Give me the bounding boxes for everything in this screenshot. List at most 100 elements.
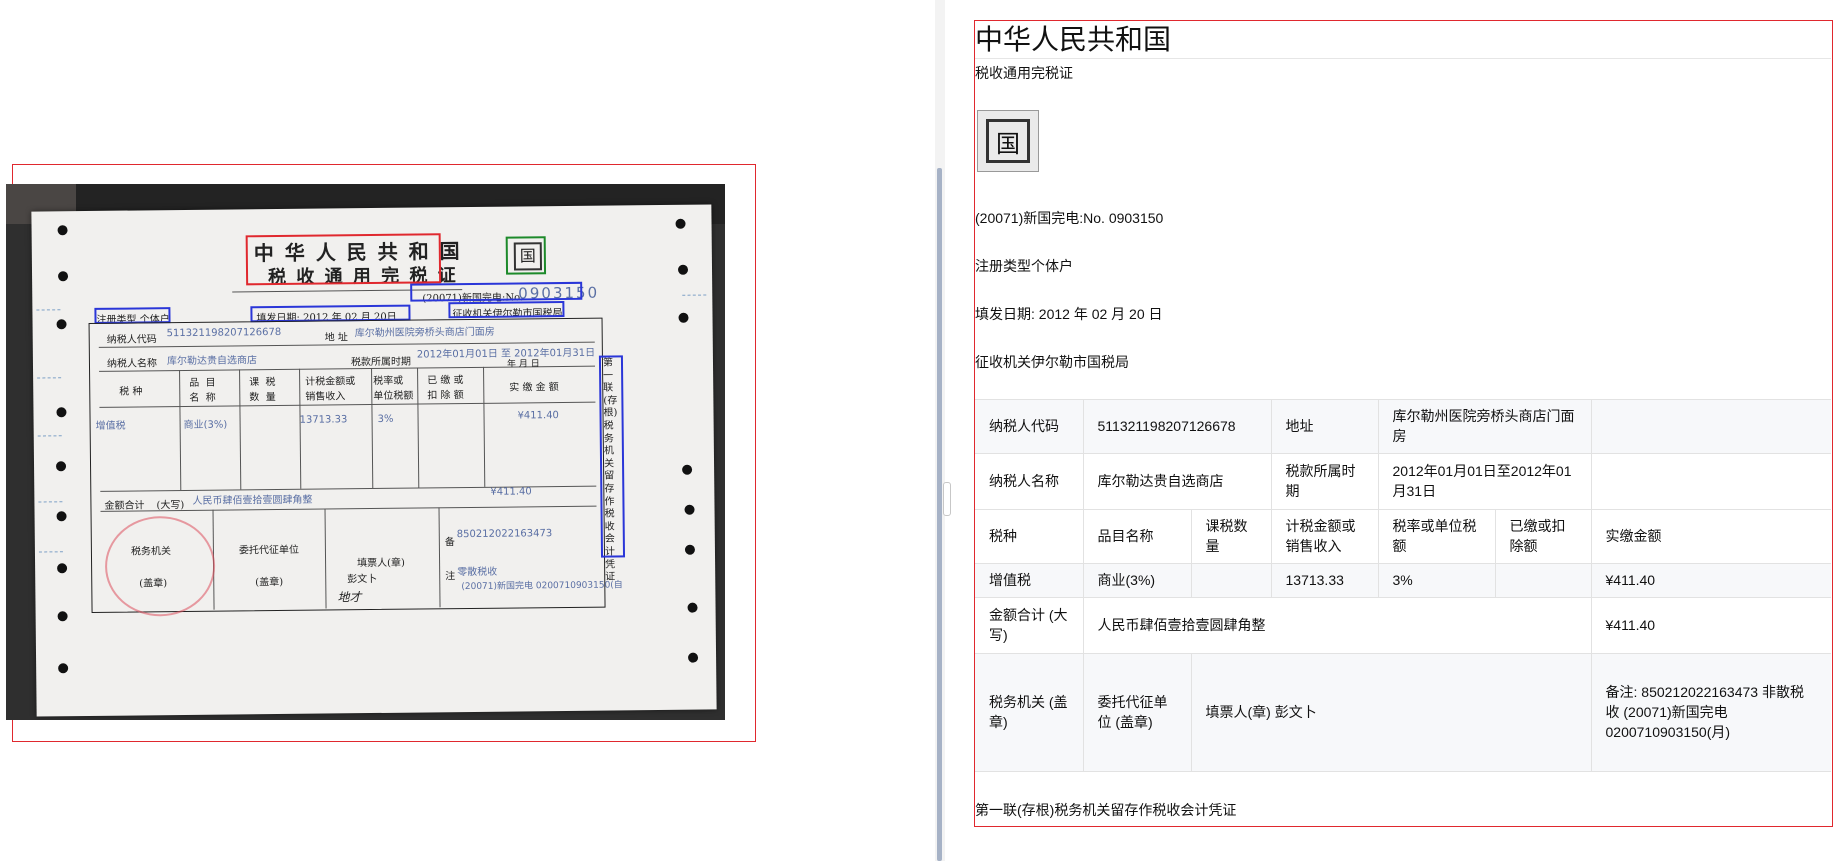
table-cell: 实缴金额 (1590, 508, 1831, 564)
agent-seal: (盖章) (255, 576, 284, 589)
col-paid: 已 缴 或 扣 除 额 (427, 375, 464, 402)
row-item: 商业(3%) (183, 419, 228, 431)
table-cell: 税款所属时期 (1270, 452, 1378, 510)
feed-hole (57, 611, 68, 622)
table-cell: 商业(3%) (1082, 562, 1191, 598)
table-cell: 计税金额或销售收入 (1270, 508, 1378, 564)
table-cell: 备注: 850212022163473 非散税收 (20071)新国完电 020… (1590, 652, 1831, 772)
note-line2: 零散税收 (457, 566, 498, 579)
total-value: ¥411.40 (490, 486, 532, 498)
signature: 地才 (337, 590, 362, 605)
tax-office-seal: (盖章) (139, 578, 168, 590)
transcription-serial: (20071)新国完电:No. 0903150 (975, 210, 1164, 226)
total-label: 金额合计 (104, 500, 145, 512)
note-line1: 850212022163473 (456, 528, 553, 541)
address: 库尔勒州医院旁桥头商店门面房 (354, 326, 495, 340)
image-viewer-pane: 中 华 人 民 共 和 国 税 收 通 用 完 税 证 国 (20071)新国完… (0, 0, 935, 861)
row-amount: 13713.33 (299, 414, 348, 426)
taxpayer-name: 库尔勒达贵自选商店 (166, 355, 258, 368)
perforation (38, 501, 63, 504)
feed-hole (57, 225, 68, 236)
splitter-handle[interactable] (943, 482, 951, 516)
table-cell: 3% (1377, 562, 1495, 598)
perforation (38, 551, 63, 554)
title-divider (975, 58, 1831, 59)
serial-bbox (410, 281, 583, 302)
feed-hole (684, 504, 695, 515)
tax-office-label: 税务机关 (130, 546, 172, 558)
total-words: 人民币肆佰壹拾壹圆肆角整 (192, 494, 313, 507)
table-cell: ¥411.40 (1590, 562, 1831, 598)
taxpayer-code-label: 纳税人代码 (106, 334, 157, 346)
feed-hole (682, 464, 693, 475)
table-cell: 2012年01月01日至2012年01月31日 (1377, 452, 1591, 510)
transcription-collector: 征收机关伊尔勒市国税局 (975, 354, 1129, 370)
feed-hole (56, 511, 67, 522)
address-label: 地 址 (324, 332, 348, 344)
row-actual: ¥411.40 (517, 410, 559, 422)
total-daxie: (大写) (156, 499, 185, 512)
title-bbox (245, 233, 442, 286)
transcription-title: 中华人民共和国 (975, 24, 1172, 55)
table-row: 增值税 商业(3%) 13713.33 3% ¥411.40 (975, 562, 1831, 598)
table-cell: 税种 (975, 508, 1083, 564)
row-rate: 3% (377, 413, 394, 425)
filler-label: 填票人(章) (357, 557, 405, 570)
table-cell: 课税数量 (1190, 508, 1271, 564)
col-actual: 实 缴 金 额 (509, 382, 559, 394)
table-row: 金额合计 (大写) 人民币肆佰壹拾壹圆肆角整 ¥411.40 (975, 596, 1831, 654)
emblem-bbox (505, 236, 547, 275)
table-cell (1190, 562, 1271, 598)
feed-hole (58, 663, 69, 674)
feed-hole (56, 319, 67, 330)
table-cell: 纳税人代码 (975, 399, 1083, 454)
table-row: 税种 品目名称 课税数量 计税金额或销售收入 税率或单位税额 已缴或扣除额 实缴… (975, 508, 1831, 564)
feed-hole (58, 271, 69, 282)
transcription-fill-date: 填发日期: 2012 年 02 月 20 日 (975, 306, 1163, 322)
table-cell: 地址 (1270, 399, 1378, 454)
scrollbar[interactable] (937, 168, 942, 861)
transcription-footer: 第一联(存根)税务机关留存作税收会计凭证 (975, 802, 1237, 818)
feed-hole (678, 312, 689, 323)
table-cell: 13713.33 (1270, 562, 1378, 598)
transcription-table: 纳税人代码 511321198207126678 地址 库尔勒州医院旁桥头商店门… (975, 399, 1831, 772)
feed-hole (684, 544, 696, 555)
note-bei: 备 (444, 537, 455, 549)
table-cell (1590, 452, 1831, 510)
table-cell: 税率或单位税额 (1377, 508, 1495, 564)
note-zhu: 注 (445, 571, 456, 583)
feed-hole (675, 218, 686, 229)
taxpayer-name-label: 纳税人名称 (106, 358, 158, 370)
collector-bbox (448, 300, 565, 319)
table-row: 纳税人名称 库尔勒达贵自选商店 税款所属时期 2012年01月01日至2012年… (975, 452, 1831, 510)
table-cell: 纳税人名称 (975, 452, 1083, 510)
col-item: 品 目 名 称 (189, 377, 216, 404)
taxpayer-code: 511321198207126678 (166, 326, 282, 340)
feed-hole (57, 563, 68, 574)
perforation (36, 309, 61, 312)
feed-hole (687, 602, 698, 613)
table-cell: 金额合计 (大写) (975, 596, 1083, 654)
note-line3: (20071)新国完电 0200710903150(自 (461, 580, 623, 593)
feed-hole (688, 652, 699, 663)
table-cell: 填票人(章) 彭文卜 (1190, 652, 1591, 772)
table-cell: 库尔勒州医院旁桥头商店门面房 (1377, 399, 1591, 454)
feed-hole (677, 264, 689, 275)
col-tax-type: 税 种 (119, 386, 143, 398)
table-cell: 委托代征单位 (盖章) (1082, 652, 1191, 772)
table-cell: 库尔勒达贵自选商店 (1082, 452, 1271, 510)
col-rate: 税率或 单位税额 (373, 375, 414, 403)
table-cell: 人民币肆佰壹拾壹圆肆角整 (1082, 596, 1591, 654)
receipt-photo: 中 华 人 民 共 和 国 税 收 通 用 完 税 证 国 (20071)新国完… (6, 184, 725, 720)
table-row: 税务机关 (盖章) 委托代征单位 (盖章) 填票人(章) 彭文卜 备注: 850… (975, 652, 1831, 772)
table-cell (1494, 562, 1591, 598)
col-amount: 计税金额或 销售收入 (305, 376, 356, 403)
table-cell: 品目名称 (1082, 508, 1191, 564)
table-row: 纳税人代码 511321198207126678 地址 库尔勒州医院旁桥头商店门… (975, 399, 1831, 454)
feed-hole (56, 407, 67, 418)
side-text-bbox (598, 355, 626, 558)
agent-label: 委托代征单位 (238, 544, 299, 557)
perforation (37, 377, 62, 380)
col-qty: 课 税 数 量 (249, 377, 276, 404)
perforation (37, 435, 62, 438)
